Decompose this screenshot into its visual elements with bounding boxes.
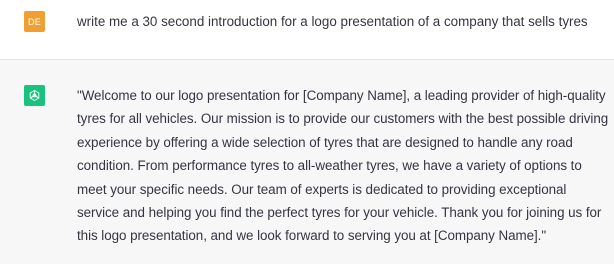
- openai-logo-icon: [29, 90, 40, 101]
- user-message: DE write me a 30 second introduction for…: [0, 0, 614, 60]
- chat-thread: DE write me a 30 second introduction for…: [0, 0, 614, 264]
- assistant-message-text: "Welcome to our logo presentation for [C…: [77, 88, 609, 244]
- assistant-message: "Welcome to our logo presentation for [C…: [0, 60, 614, 264]
- user-message-text: write me a 30 second introduction for a …: [77, 14, 588, 29]
- user-avatar-initials: DE: [27, 16, 42, 27]
- assistant-avatar: [24, 85, 45, 106]
- user-avatar: DE: [24, 11, 45, 32]
